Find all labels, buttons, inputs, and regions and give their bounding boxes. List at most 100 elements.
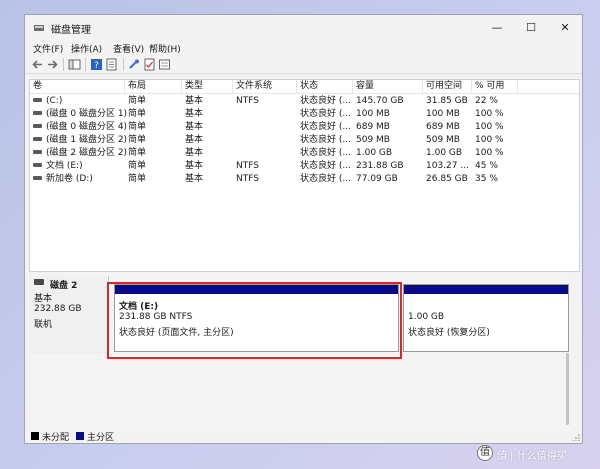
volume-name: (磁盘 0 磁盘分区 4) (46, 122, 128, 132)
column-header-capacity[interactable]: 容量 (353, 80, 423, 93)
cell-layout: 简单 (128, 161, 147, 171)
cell-percent-free: 100 % (475, 148, 504, 158)
forward-icon[interactable] (46, 58, 59, 71)
menu-help[interactable]: 帮助(H) (149, 42, 181, 55)
help-icon[interactable]: ? (90, 58, 103, 71)
cell-free-space: 1.00 GB (426, 148, 463, 158)
table-row[interactable]: (磁盘 2 磁盘分区 2) 简单 基本 状态良好 (... 1.00 GB 1.… (30, 147, 579, 160)
table-row[interactable]: (磁盘 1 磁盘分区 2) 简单 基本 状态良好 (... 509 MB 509… (30, 134, 579, 147)
disk-management-icon (34, 25, 44, 31)
cell-volume: (磁盘 2 磁盘分区 2) (30, 147, 127, 160)
cell-volume: (磁盘 0 磁盘分区 1) (30, 108, 127, 121)
column-header-filesystem[interactable]: 文件系统 (233, 80, 297, 93)
disk-icon (34, 279, 44, 285)
cell-filesystem (233, 108, 236, 121)
properties-icon[interactable] (105, 58, 118, 71)
menu-action[interactable]: 操作(A) (71, 42, 102, 55)
console-tree-icon[interactable] (68, 58, 81, 71)
volume-list: 卷 布局 类型 文件系统 状态 容量 可用空间 % 可用 (C:) 简单 基本 … (29, 79, 580, 272)
check-icon[interactable] (143, 58, 156, 71)
cell-type: 基本 (185, 96, 204, 106)
volume-name: (磁盘 2 磁盘分区 2) (46, 148, 128, 158)
cell-layout: 简单 (128, 122, 147, 132)
volume-name: 文档 (E:) (46, 161, 83, 171)
window-title: 磁盘管理 (51, 25, 91, 36)
disk-type: 基本 (34, 294, 53, 304)
disk-size: 232.88 GB (34, 304, 82, 314)
cell-capacity: 1.00 GB (356, 148, 393, 158)
table-row[interactable]: (磁盘 0 磁盘分区 4) 简单 基本 状态良好 (... 689 MB 689… (30, 121, 579, 134)
cell-volume: 新加卷 (D:) (30, 173, 93, 186)
back-icon[interactable] (31, 58, 44, 71)
table-row[interactable]: 文档 (E:) 简单 基本 NTFS 状态良好 (... 231.88 GB 1… (30, 160, 579, 173)
cell-layout: 简单 (128, 148, 147, 158)
toolbar-separator (63, 58, 64, 71)
close-button[interactable]: ✕ (548, 15, 582, 41)
volume-icon (33, 110, 42, 115)
volume-name: (磁盘 1 磁盘分区 2) (46, 135, 128, 145)
column-header-layout[interactable]: 布局 (125, 80, 182, 93)
cell-filesystem: NTFS (236, 174, 259, 184)
cell-free-space: 26.85 GB (426, 174, 468, 184)
volume-icon (33, 136, 42, 141)
column-header-type[interactable]: 类型 (182, 80, 233, 93)
cell-type: 基本 (185, 109, 204, 119)
column-header-status[interactable]: 状态 (297, 80, 353, 93)
table-row[interactable]: 新加卷 (D:) 简单 基本 NTFS 状态良好 (... 77.09 GB 2… (30, 173, 579, 186)
cell-percent-free: 35 % (475, 174, 498, 184)
cell-percent-free: 45 % (475, 161, 498, 171)
disk-name: 磁盘 2 (50, 281, 78, 291)
volume-icon (33, 162, 42, 167)
cell-layout: 简单 (128, 135, 147, 145)
cell-volume: (C:) (30, 95, 62, 108)
menu-file[interactable]: 文件(F) (33, 42, 63, 55)
connect-icon[interactable] (128, 58, 141, 71)
partition-bar (404, 285, 568, 294)
cell-type: 基本 (185, 122, 204, 132)
partition-size: 1.00 GB (408, 312, 445, 322)
menu-view[interactable]: 查看(V) (113, 42, 144, 55)
legend-unallocated: 未分配 (42, 433, 70, 443)
cell-free-space: 31.85 GB (426, 96, 468, 106)
cell-type: 基本 (185, 161, 204, 171)
cell-status: 状态良好 (... (300, 122, 351, 132)
volume-name: (磁盘 0 磁盘分区 1) (46, 109, 128, 119)
cell-volume: (磁盘 1 磁盘分区 2) (30, 134, 127, 147)
cell-status: 状态良好 (... (300, 135, 351, 145)
vertical-scrollbar[interactable] (566, 353, 569, 425)
cell-type: 基本 (185, 135, 204, 145)
cell-filesystem (233, 121, 236, 134)
cell-free-space: 509 MB (426, 135, 460, 145)
table-row[interactable]: (C:) 简单 基本 NTFS 状态良好 (... 145.70 GB 31.8… (30, 95, 579, 108)
cell-capacity: 689 MB (356, 122, 390, 132)
disk-info-panel[interactable]: 磁盘 2 基本 232.88 GB 联机 (29, 276, 109, 354)
table-row[interactable]: (磁盘 0 磁盘分区 1) 简单 基本 状态良好 (... 100 MB 100… (30, 108, 579, 121)
cell-type: 基本 (185, 174, 204, 184)
partition-status: 状态良好 (恢复分区) (408, 328, 490, 338)
watermark: 值 值 | 什么值得买 (477, 445, 597, 465)
cell-free-space: 689 MB (426, 122, 460, 132)
column-header-volume[interactable]: 卷 (30, 80, 125, 93)
cell-capacity: 145.70 GB (356, 96, 404, 106)
maximize-button[interactable]: ☐ (514, 15, 548, 41)
column-header-percent-free[interactable]: % 可用 (472, 80, 518, 93)
cell-volume: (磁盘 0 磁盘分区 4) (30, 121, 127, 134)
cell-layout: 简单 (128, 174, 147, 184)
more-icon[interactable] (158, 58, 171, 71)
cell-status: 状态良好 (... (300, 109, 351, 119)
legend-swatch-primary (76, 432, 84, 440)
volume-icon (33, 97, 42, 102)
partition-recovery[interactable]: 1.00 GB 状态良好 (恢复分区) (403, 284, 569, 352)
cell-status: 状态良好 (... (300, 96, 351, 106)
menu-bar: 文件(F) 操作(A) 查看(V) 帮助(H) (25, 41, 582, 56)
disk-graphical-view: 磁盘 2 基本 232.88 GB 联机 文档 (E:) 231.88 GB N… (29, 276, 569, 428)
cell-status: 状态良好 (... (300, 161, 351, 171)
svg-text:?: ? (94, 61, 99, 71)
column-header-free-space[interactable]: 可用空间 (423, 80, 472, 93)
cell-layout: 简单 (128, 96, 147, 106)
cell-capacity: 77.09 GB (356, 174, 398, 184)
resize-grip-icon[interactable] (572, 433, 580, 441)
minimize-button[interactable]: — (480, 15, 514, 41)
legend-swatch-unallocated (31, 432, 39, 440)
toolbar-separator (85, 58, 86, 71)
